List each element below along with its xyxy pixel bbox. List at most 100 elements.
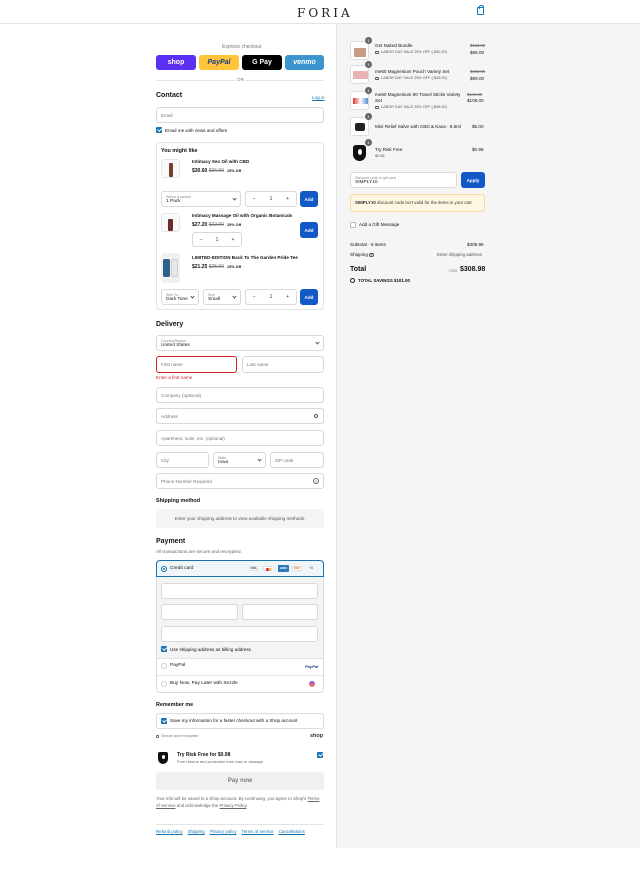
discount-percent: 15% Off [226,265,242,269]
save-info-checkbox[interactable] [161,718,167,724]
paypal-radio[interactable] [161,663,167,669]
first-name-error: Enter a first name [156,375,193,380]
gift-checkbox[interactable] [350,222,356,228]
plus-icon[interactable]: + [232,237,235,243]
credit-card-radio[interactable] [161,566,167,572]
amex-icon: AMEX [278,565,289,572]
subtotal-value: $308.98 [467,242,484,247]
venmo-button[interactable]: venmo [285,55,324,70]
shipping-link[interactable]: Shipping [188,829,205,834]
quantity-stepper[interactable]: −1 + [245,289,297,305]
shipping-method-title: Shipping method [156,498,201,504]
sezzle-radio[interactable] [161,681,167,687]
header: FORIA [0,0,640,24]
cancellations-link[interactable]: Cancellations [279,829,305,834]
skin-tone-select[interactable]: Skin To... Dark Tone [161,289,199,305]
country-select[interactable]: Country/Region United States [156,335,324,351]
shipping-value: Enter shipping address [437,252,482,257]
refund-policy-link[interactable]: Refund policy [156,829,183,834]
risk-free-title: Try Risk Free for $0.98 [177,752,231,758]
order-item-name: me60 Magnesium 90 Travel Sticks Variety … [375,92,461,104]
order-item-image [350,91,369,110]
minus-icon[interactable]: − [253,196,256,202]
order-item-name: Mini Relief Salve with CBD & Kava - 8.5m… [375,124,462,129]
paypal-logo: PayPal [305,664,319,669]
size-select[interactable]: Size Small [203,289,241,305]
email-field[interactable]: Email [156,107,324,123]
security-code-field[interactable] [242,604,318,620]
quantity-stepper[interactable]: −1 + [245,191,297,207]
company-field[interactable]: Company (optional) [156,387,324,403]
apply-button[interactable]: Apply [461,172,485,188]
last-name-field[interactable]: Last name [242,356,324,373]
minus-icon[interactable]: − [200,237,203,243]
divider [157,675,323,676]
help-icon[interactable]: ? [313,478,319,484]
risk-free-sub: Free returns and protection from loss or… [177,759,263,764]
quantity-stepper[interactable]: −1 + [192,232,242,247]
gift-label: Add a Gift Message [359,222,400,227]
order-item-compare-price: $132.00 [470,69,486,74]
express-checkout-label: Express checkout [222,44,262,50]
google-pay-button[interactable]: G Pay [242,55,282,70]
tag-icon [375,50,379,54]
first-name-field[interactable]: First name [156,356,237,373]
add-button[interactable]: Add [300,191,318,207]
privacy-link[interactable]: Privacy Policy [219,803,246,808]
card-number-field[interactable] [161,583,318,599]
minus-icon[interactable]: − [253,294,256,300]
chevron-down-icon [190,294,195,299]
discount-code-field[interactable]: Discount code or gift card SIMPLY10 [350,172,457,188]
news-checkbox[interactable] [156,127,162,133]
order-item-image [350,65,369,84]
name-on-card-field[interactable] [161,626,318,642]
address-field[interactable]: Address [156,408,324,424]
footer-links: Refund policy Shipping Privacy policy Terms… [156,829,310,835]
order-item-sub: $0.98 [375,154,385,158]
order-item-discount: LABOR DAY SALE 25% OFF (-$33.00) [375,76,447,80]
phone-field[interactable]: Phone Number Required ? [156,473,324,489]
help-icon[interactable]: ? [369,252,374,258]
shop-pay-button[interactable]: shop [156,55,196,70]
plus-icon[interactable]: + [286,196,289,202]
add-button[interactable]: Add [300,289,318,305]
quantity-badge: 1 [365,61,372,68]
paypal-button[interactable]: PayPal [199,55,239,70]
product-image [161,213,180,232]
remember-title: Remember me [156,702,194,708]
add-button[interactable]: Add [300,222,318,238]
order-item-name: Get Naked Bundle [375,43,413,48]
order-item-price: $5.00 [472,124,484,129]
cart-bag-icon[interactable] [477,5,484,15]
shipping-method-box: Enter your shipping address to view avai… [156,509,324,528]
order-item-price: $96.00 [470,50,485,55]
save-info-label: Save my information for a faster checkou… [170,718,298,723]
secure-label: Secure and encrypted [161,734,199,738]
privacy-policy-link[interactable]: Privacy policy [210,829,237,834]
chevron-down-icon [257,457,262,462]
city-field[interactable]: City [156,452,209,468]
pay-now-button[interactable]: Pay now [156,772,324,790]
login-link[interactable]: Log in [312,95,325,100]
variant-select[interactable]: Select a variant 1 Pack [161,191,241,207]
discount-warning: SIMPLY10 discount code isn't valid for t… [350,194,485,212]
expiration-field[interactable] [161,604,238,620]
discount-percent: 15% Off [226,169,242,173]
terms-of-service-link[interactable]: Terms of service [242,829,274,834]
news-label: Email me with news and offers [165,128,228,133]
state-select[interactable]: State Iowa [213,452,266,468]
product-compare-price: $25.00 [208,264,224,270]
brand-logo[interactable]: FORIA [297,6,353,20]
apartment-field[interactable]: Apartment, suite, etc. (optional) [156,430,324,446]
order-item-name: me60 Magnesium Pouch Variety Set [375,69,450,74]
zip-field[interactable]: ZIP code [270,452,324,468]
chevron-down-icon [315,340,320,345]
risk-free-checkbox[interactable] [317,752,323,758]
order-item-price: $108.00 [467,98,484,103]
billing-checkbox[interactable] [161,646,167,652]
total-value: $308.98 [460,266,486,273]
product-price: $21.25 $25.00 15% Off [192,264,242,270]
sezzle-label: Buy Now, Pay Later with Sezzle [170,681,238,686]
discover-icon: DISC [292,566,302,571]
plus-icon[interactable]: + [286,294,289,300]
